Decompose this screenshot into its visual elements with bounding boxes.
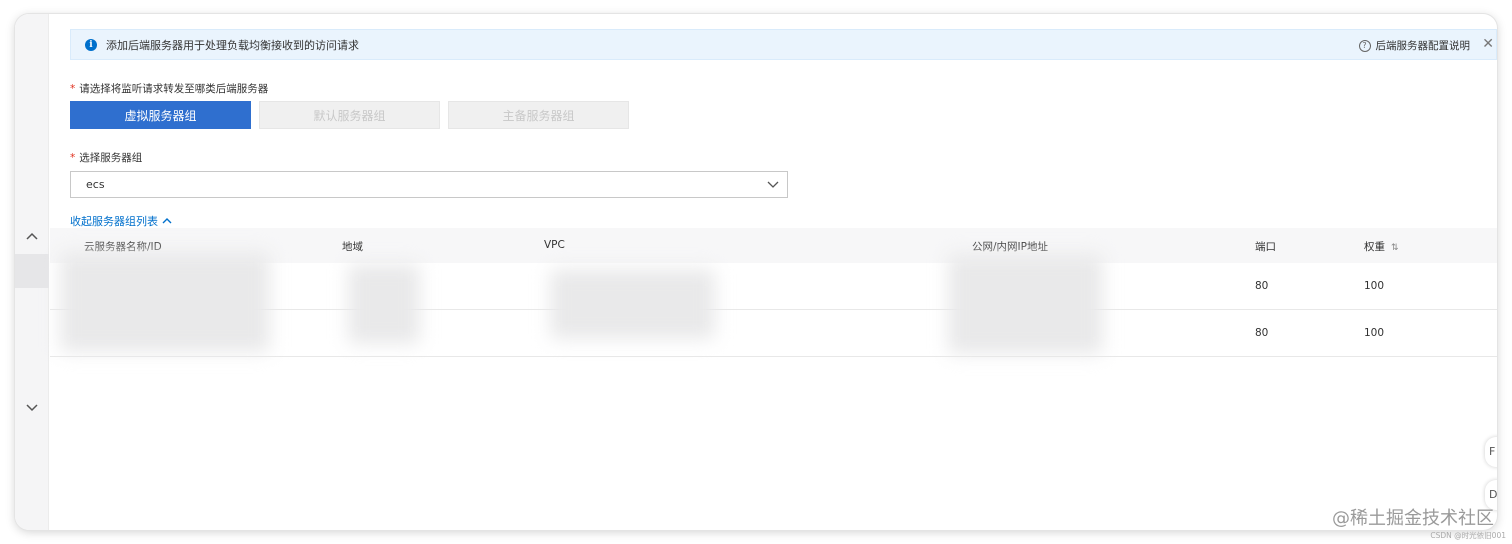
port-cell: 80 xyxy=(1255,280,1269,292)
column-header-weight[interactable]: 权重 ⇅ xyxy=(1364,239,1399,254)
server-type-selector: 虚拟服务器组 默认服务器组 主备服务器组 xyxy=(70,101,629,129)
rail-selected-item[interactable] xyxy=(15,254,49,288)
column-header-port: 端口 xyxy=(1255,241,1276,253)
master-slave-server-group-button: 主备服务器组 xyxy=(448,101,629,129)
watermark-sub: CSDN @时光依旧001 xyxy=(1430,531,1506,540)
port-cell: 80 xyxy=(1255,327,1269,339)
sort-icon[interactable]: ⇅ xyxy=(1391,243,1399,253)
main-panel: i 添加后端服务器用于处理负载均衡接收到的访问请求 ? 后端服务器配置说明 ✕ … xyxy=(50,14,1497,530)
server-type-label: * 请选择将监听请求转发至哪类后端服务器 xyxy=(70,81,268,96)
collapse-server-list-link[interactable]: 收起服务器组列表 xyxy=(70,213,172,229)
question-icon: ? xyxy=(1358,39,1371,52)
server-group-label: * 选择服务器组 xyxy=(70,150,142,165)
server-group-label-text: 选择服务器组 xyxy=(79,152,143,164)
close-icon[interactable]: ✕ xyxy=(1482,36,1494,52)
floating-tool-button[interactable]: F xyxy=(1485,437,1497,467)
weight-cell: 100 xyxy=(1364,280,1385,292)
redacted-region-cell xyxy=(348,264,420,344)
required-mark: * xyxy=(70,152,76,164)
weight-cell: 100 xyxy=(1364,327,1385,339)
watermark: @稀土掘金技术社区 xyxy=(1332,508,1494,529)
redacted-name-cell xyxy=(60,252,270,352)
chevron-down-icon xyxy=(767,181,779,188)
info-notice: i 添加后端服务器用于处理负载均衡接收到的访问请求 ? 后端服务器配置说明 ✕ xyxy=(70,29,1497,60)
help-link-label: 后端服务器配置说明 xyxy=(1375,40,1471,52)
column-header-region: 地域 xyxy=(342,241,363,253)
redacted-ip-cell xyxy=(948,254,1103,354)
notice-text: 添加后端服务器用于处理负载均衡接收到的访问请求 xyxy=(106,38,359,52)
help-link[interactable]: ? 后端服务器配置说明 xyxy=(1358,38,1471,53)
console-window: i 添加后端服务器用于处理负载均衡接收到的访问请求 ? 后端服务器配置说明 ✕ … xyxy=(15,14,1497,530)
required-mark: * xyxy=(70,83,76,95)
column-header-ip: 公网/内网IP地址 xyxy=(972,241,1048,253)
collapse-link-label: 收起服务器组列表 xyxy=(70,215,158,228)
default-server-group-button: 默认服务器组 xyxy=(259,101,440,129)
virtual-server-group-button[interactable]: 虚拟服务器组 xyxy=(70,101,251,129)
chevron-up-icon xyxy=(162,218,172,224)
server-type-label-text: 请选择将监听请求转发至哪类后端服务器 xyxy=(79,83,269,95)
server-group-select[interactable]: ecs xyxy=(70,171,788,198)
chevron-down-icon[interactable] xyxy=(23,398,41,416)
weight-header-label: 权重 xyxy=(1364,241,1385,253)
chevron-up-icon[interactable] xyxy=(23,228,41,246)
info-icon: i xyxy=(85,38,97,51)
redacted-vpc-cell xyxy=(550,269,715,339)
server-group-value: ecs xyxy=(86,178,105,191)
column-header-vpc: VPC xyxy=(544,239,565,251)
left-rail xyxy=(15,14,49,530)
